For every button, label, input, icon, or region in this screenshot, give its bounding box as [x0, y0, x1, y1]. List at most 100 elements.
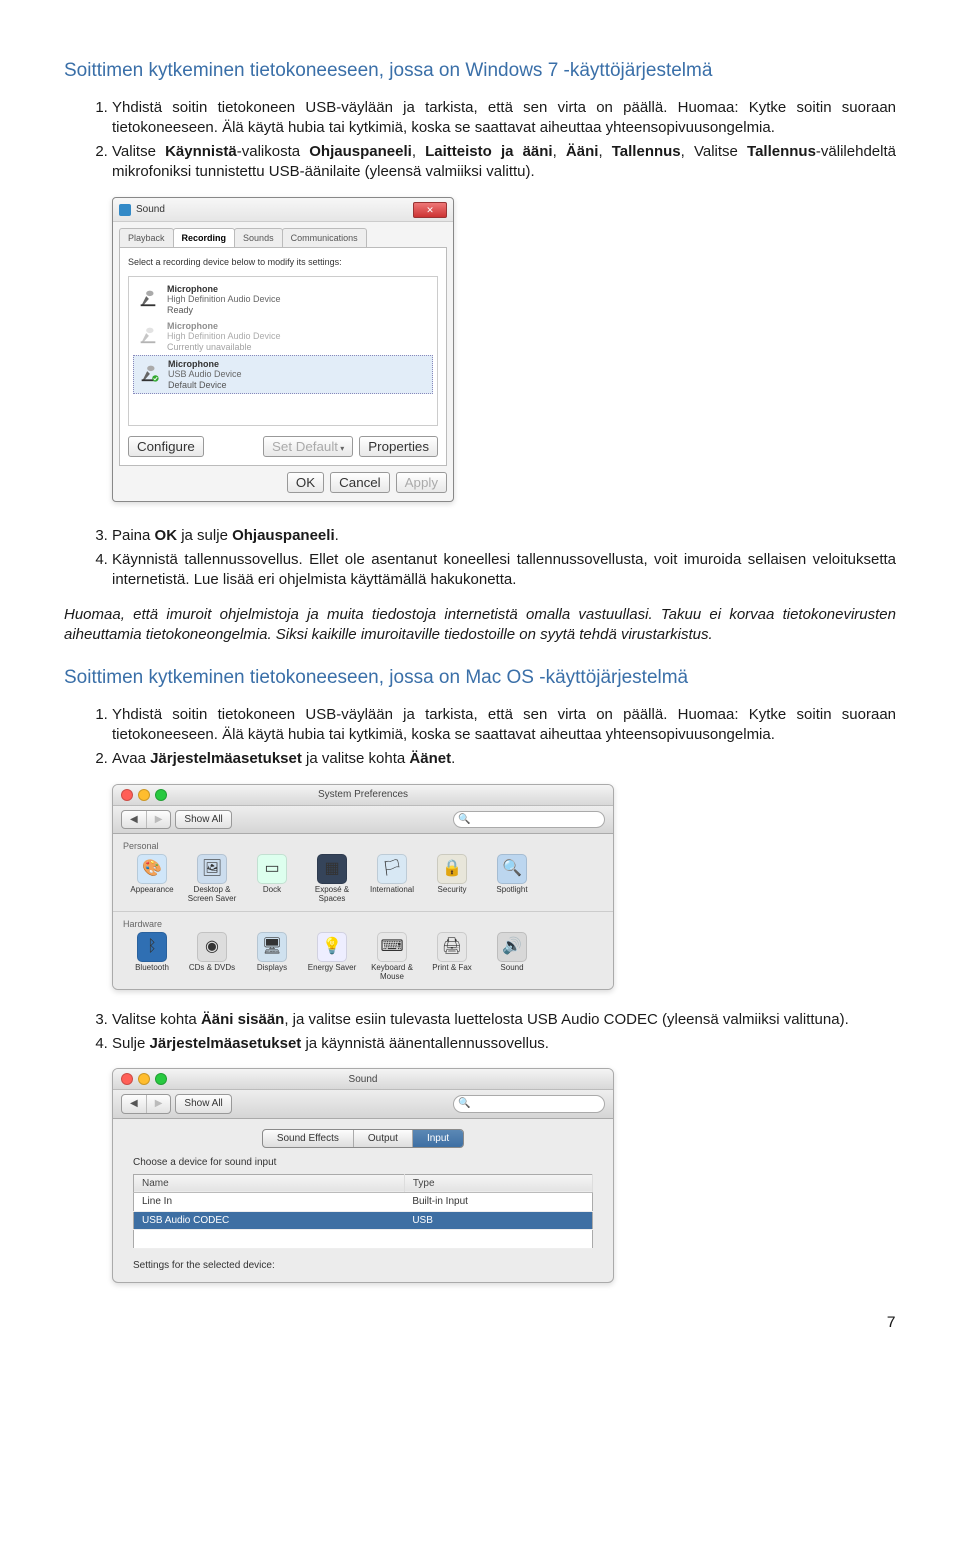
system-preferences-window: System Preferences ◀ ▶ Show All 🔍 Person… — [112, 784, 614, 990]
search-icon: 🔍 — [458, 1097, 470, 1111]
pref-item-sound[interactable]: 🔊Sound — [483, 932, 541, 981]
pref-item-label: Desktop & Screen Saver — [183, 886, 241, 903]
sound-tabs: Sound Effects Output Input — [113, 1119, 613, 1153]
tab-playback[interactable]: Playback — [119, 228, 174, 247]
titlebar: Sound — [113, 1069, 613, 1090]
step-win-2: Valitse Käynnistä-valikosta Ohjauspaneel… — [112, 142, 896, 183]
tab-sounds[interactable]: Sounds — [234, 228, 283, 247]
zoom-icon[interactable] — [155, 1073, 167, 1085]
pref-item-label: Sound — [500, 964, 523, 972]
pref-icon: 🖥 — [257, 932, 287, 962]
window-title: Sound — [113, 1073, 613, 1087]
search-input[interactable] — [473, 813, 598, 825]
microphone-icon — [136, 359, 162, 385]
pref-item-label: Spotlight — [496, 886, 527, 894]
choose-label: Choose a device for sound input — [133, 1156, 593, 1170]
pref-item-label: Appearance — [130, 886, 173, 894]
tab-communications[interactable]: Communications — [282, 228, 367, 247]
pref-item-bluetooth[interactable]: ᛒ Bluetooth — [123, 932, 181, 981]
minimize-icon[interactable] — [138, 789, 150, 801]
back-button[interactable]: ◀ — [122, 1095, 147, 1113]
input-device-table[interactable]: Name Type Line In Built-in Input USB Aud… — [133, 1174, 593, 1249]
window-controls[interactable] — [121, 789, 167, 801]
pref-item-energy-saver[interactable]: 💡Energy Saver — [303, 932, 361, 981]
table-row-selected[interactable]: USB Audio CODEC USB — [134, 1211, 593, 1230]
tab-output[interactable]: Output — [354, 1130, 413, 1148]
disclaimer: Huomaa, että imuroit ohjelmistoja ja mui… — [64, 605, 896, 646]
step-mac-2: Avaa Järjestelmäasetukset ja valitse koh… — [112, 749, 896, 769]
forward-button[interactable]: ▶ — [147, 811, 171, 829]
cancel-button[interactable]: Cancel — [330, 472, 390, 493]
forward-button[interactable]: ▶ — [147, 1095, 171, 1113]
tab-sound-effects[interactable]: Sound Effects — [263, 1130, 354, 1148]
search-field[interactable]: 🔍 — [453, 1095, 605, 1113]
pref-item-appearance[interactable]: 🎨Appearance — [123, 854, 181, 903]
tabs: Playback Recording Sounds Communications — [113, 222, 453, 247]
zoom-icon[interactable] — [155, 789, 167, 801]
search-input[interactable] — [473, 1098, 598, 1110]
properties-button[interactable]: Properties — [359, 436, 438, 457]
toolbar: ◀ ▶ Show All 🔍 — [113, 806, 613, 835]
close-button[interactable]: ✕ — [413, 202, 447, 218]
table-row[interactable]: Line In Built-in Input — [134, 1193, 593, 1212]
close-icon[interactable] — [121, 789, 133, 801]
sound-window: Sound ◀ ▶ Show All 🔍 Sound Effects Outpu… — [112, 1068, 614, 1283]
show-all-button[interactable]: Show All — [175, 1094, 231, 1114]
device-item[interactable]: Microphone High Definition Audio Device … — [133, 281, 433, 318]
pref-item-label: Bluetooth — [135, 964, 169, 972]
pref-item-desktop-screen-saver[interactable]: 🖼 Desktop & Screen Saver — [183, 854, 241, 903]
microphone-icon — [135, 321, 161, 347]
pref-item-spotlight[interactable]: 🔍 Spotlight — [483, 854, 541, 903]
pref-item-label: Energy Saver — [308, 964, 356, 972]
nav-buttons: ◀ ▶ — [121, 810, 171, 830]
device-item[interactable]: Microphone High Definition Audio Device … — [133, 318, 433, 355]
step-mac-3: Valitse kohta Ääni sisään, ja valitse es… — [112, 1010, 896, 1030]
pref-item-expos-spaces[interactable]: ▦Exposé & Spaces — [303, 854, 361, 903]
pref-item-international[interactable]: 🏳International — [363, 854, 421, 903]
ok-button[interactable]: OK — [287, 472, 324, 493]
titlebar: System Preferences — [113, 785, 613, 806]
pref-item-label: Dock — [263, 886, 281, 894]
table-row — [134, 1230, 593, 1249]
tab-recording[interactable]: Recording — [173, 228, 236, 247]
apply-button[interactable]: Apply — [396, 472, 447, 493]
section-label: Hardware — [123, 918, 603, 930]
pref-item-keyboard-mouse[interactable]: ⌨Keyboard & Mouse — [363, 932, 421, 981]
configure-button[interactable]: Configure — [128, 436, 204, 457]
sound-dialog: Sound ✕ Playback Recording Sounds Commun… — [112, 197, 454, 502]
pref-icon: 🖼 — [197, 854, 227, 884]
pref-icon: 🔍 — [497, 854, 527, 884]
minimize-icon[interactable] — [138, 1073, 150, 1085]
set-default-button[interactable]: Set Default — [263, 436, 353, 457]
settings-label: Settings for the selected device: — [133, 1259, 593, 1273]
col-type[interactable]: Type — [404, 1174, 592, 1193]
tab-input[interactable]: Input — [413, 1130, 463, 1148]
step-mac-1: Yhdistä soitin tietokoneen USB-väylään j… — [112, 705, 896, 746]
window-title: System Preferences — [113, 788, 613, 802]
step-win-4: Käynnistä tallennussovellus. Ellet ole a… — [112, 550, 896, 591]
close-icon[interactable] — [121, 1073, 133, 1085]
page-number: 7 — [64, 1313, 896, 1335]
window-title: Sound — [136, 203, 165, 217]
pref-item-security[interactable]: 🔒Security — [423, 854, 481, 903]
pref-icon: ▭ — [257, 854, 287, 884]
pref-item-dock[interactable]: ▭ Dock — [243, 854, 301, 903]
pref-icon: ᛒ — [137, 932, 167, 962]
col-name[interactable]: Name — [134, 1174, 405, 1193]
pref-item-displays[interactable]: 🖥Displays — [243, 932, 301, 981]
microphone-icon — [135, 284, 161, 310]
pref-item-print-fax[interactable]: 🖨Print & Fax — [423, 932, 481, 981]
window-titlebar: Sound ✕ — [113, 198, 453, 222]
show-all-button[interactable]: Show All — [175, 810, 231, 830]
pref-item-label: Keyboard & Mouse — [363, 964, 421, 981]
pref-icon: 🏳 — [377, 854, 407, 884]
device-item-selected[interactable]: Microphone USB Audio Device Default Devi… — [133, 355, 433, 394]
search-field[interactable]: 🔍 — [453, 811, 605, 829]
window-controls[interactable] — [121, 1073, 167, 1085]
section-hardware: Hardware ᛒ Bluetooth ◉CDs & DVDs🖥Displays💡… — [113, 912, 613, 989]
section-personal: Personal 🎨Appearance🖼Desktop & Screen Sa… — [113, 834, 613, 912]
device-list[interactable]: Microphone High Definition Audio Device … — [128, 276, 438, 426]
pref-icon: ◉ — [197, 932, 227, 962]
pref-item-cds-dvds[interactable]: ◉CDs & DVDs — [183, 932, 241, 981]
back-button[interactable]: ◀ — [122, 811, 147, 829]
